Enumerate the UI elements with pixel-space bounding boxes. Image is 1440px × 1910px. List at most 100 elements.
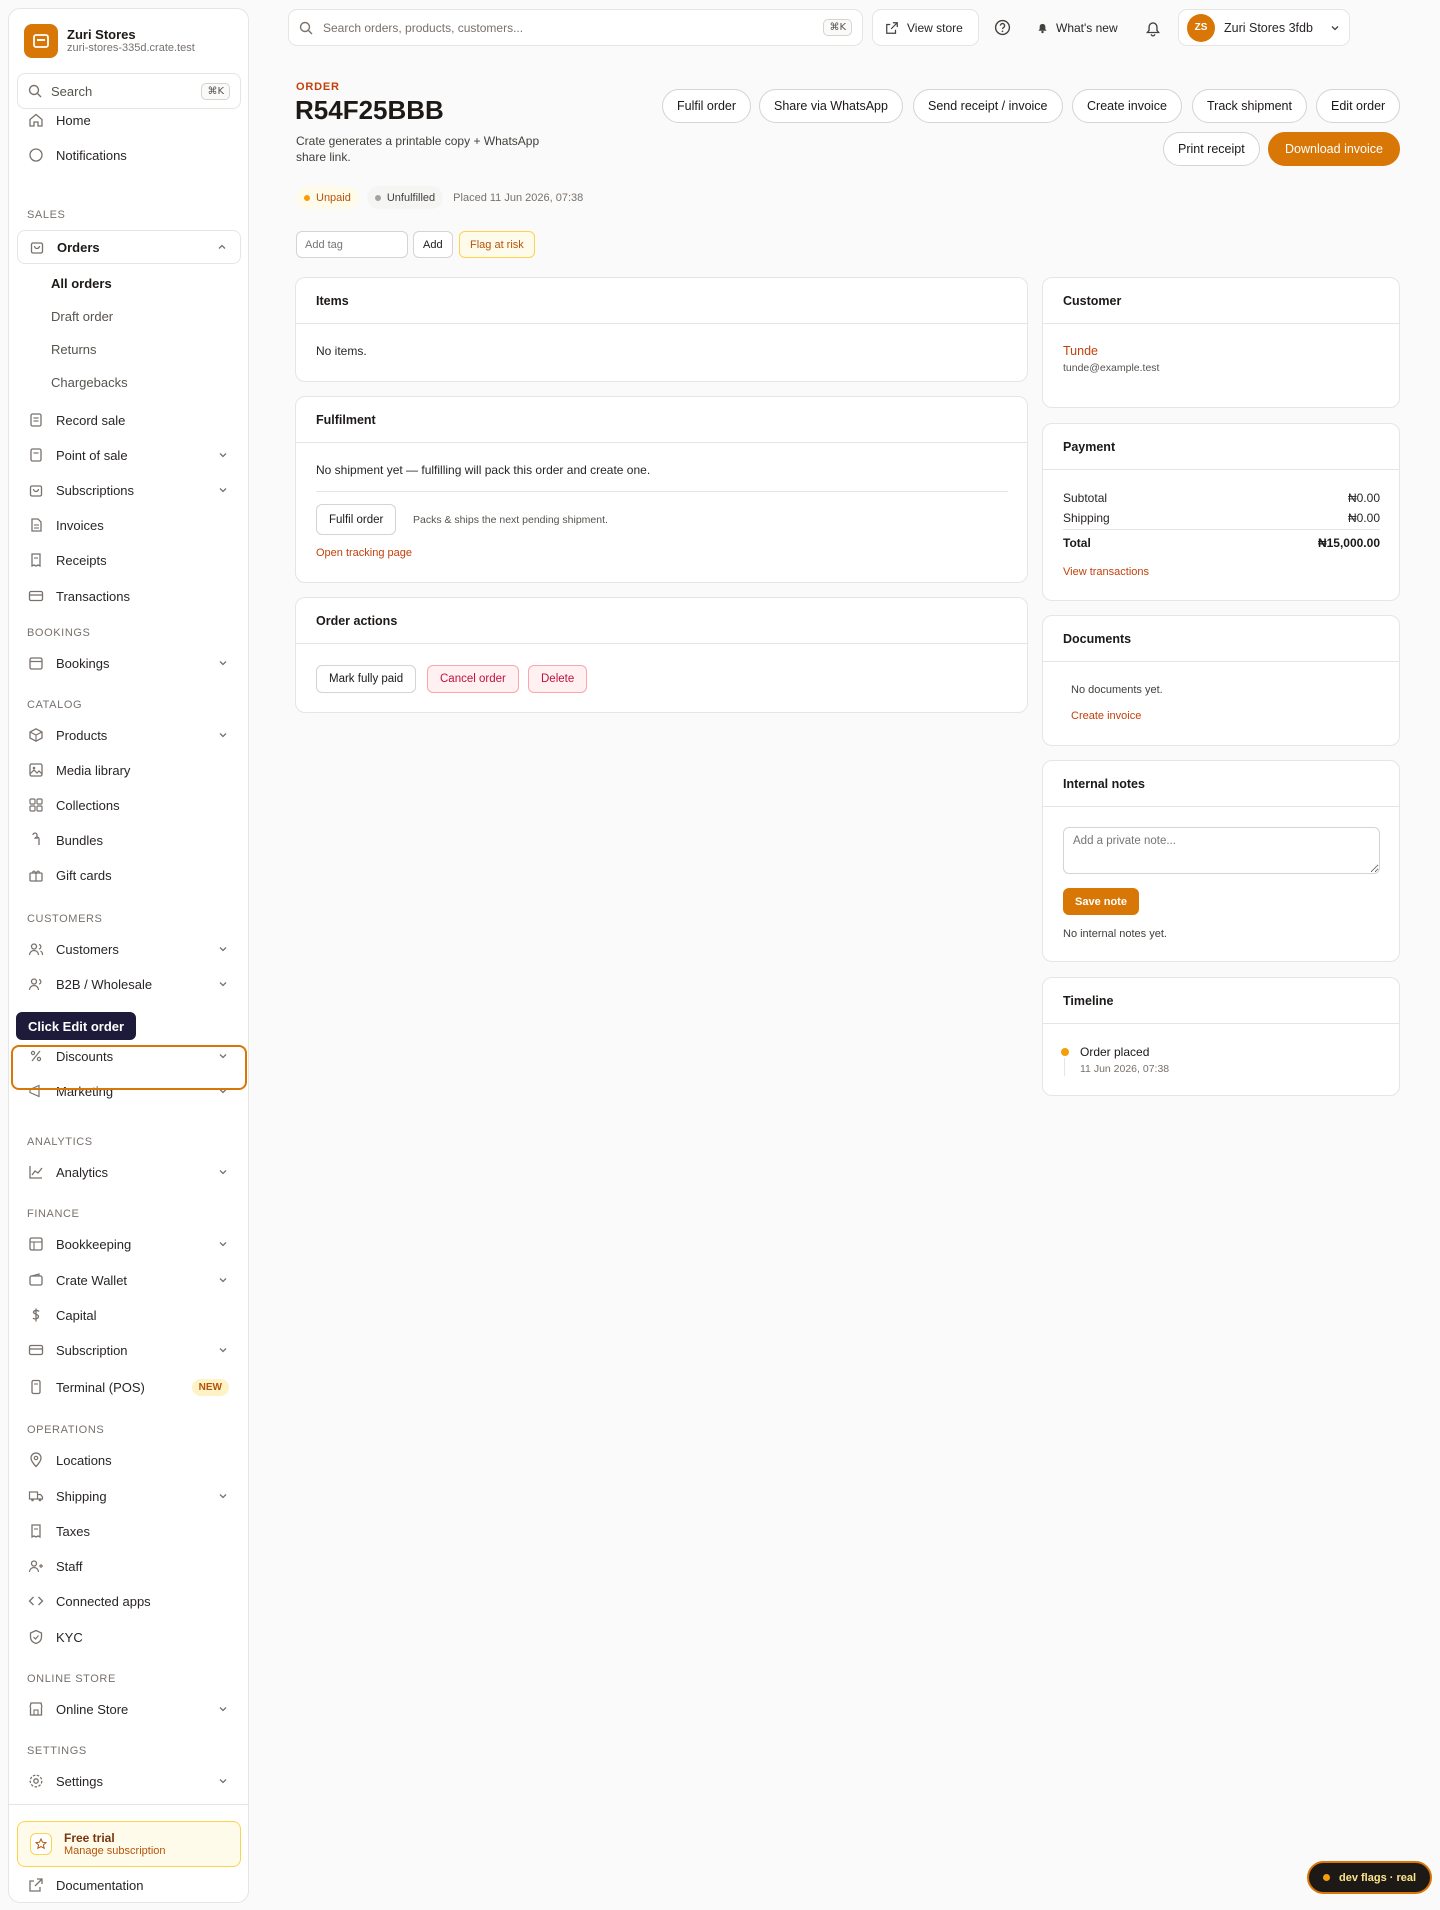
image-icon (29, 763, 43, 777)
print-receipt-button[interactable]: Print receipt (1163, 132, 1260, 166)
shield-check-icon (29, 1629, 43, 1645)
internal-notes-card: Internal notes Save note No internal not… (1042, 760, 1400, 962)
subtotal-value: ₦0.00 (1347, 491, 1380, 505)
global-search[interactable]: Search orders, products, customers... ⌘K (288, 9, 863, 46)
sidebar-item-invoices[interactable]: Invoices (17, 510, 241, 540)
calendar-icon (29, 657, 43, 670)
sidebar-item-crate-wallet[interactable]: Crate Wallet (17, 1265, 241, 1295)
sidebar-item-products[interactable]: Products (17, 720, 241, 750)
download-invoice-button[interactable]: Download invoice (1268, 132, 1400, 166)
sidebar-item-label: Taxes (56, 1523, 90, 1539)
sidebar-item-shipping[interactable]: Shipping (17, 1481, 241, 1511)
page-title: R54F25BBB (295, 95, 444, 125)
sidebar-item-media-library[interactable]: Media library (17, 755, 241, 785)
sidebar-item-connected-apps[interactable]: Connected apps (17, 1586, 241, 1616)
manage-subscription-link[interactable]: Manage subscription (64, 1845, 166, 1858)
sidebar-item-subscriptions[interactable]: Subscriptions (17, 475, 241, 505)
sidebar-item-receipts[interactable]: Receipts (17, 545, 241, 575)
register-icon (30, 413, 42, 427)
sidebar-item-kyc[interactable]: KYC (17, 1622, 241, 1652)
sidebar-item-capital[interactable]: Capital (17, 1300, 241, 1330)
chevron-down-icon (219, 1707, 227, 1712)
delete-order-button[interactable]: Delete (528, 665, 588, 693)
chevron-down-icon (219, 982, 227, 987)
sidebar-item-gift-cards[interactable]: Gift cards (17, 860, 241, 890)
tag-input[interactable] (296, 231, 408, 258)
sidebar: Zuri Stores zuri-stores-335d.crate.test … (8, 8, 249, 1903)
sidebar-item-taxes[interactable]: Taxes (17, 1516, 241, 1546)
fulfil-order-card-button[interactable]: Fulfil order (316, 504, 397, 535)
sidebar-item-transactions[interactable]: Transactions (17, 581, 241, 611)
open-tracking-link[interactable]: Open tracking page (316, 547, 412, 559)
sidebar-item-bundles[interactable]: Bundles (17, 825, 241, 855)
chevron-down-icon (219, 488, 227, 493)
sidebar-subitem-chargebacks[interactable]: Chargebacks (51, 372, 128, 394)
sidebar-item-settings[interactable]: Settings (17, 1766, 241, 1796)
sidebar-item-collections[interactable]: Collections (17, 790, 241, 820)
customer-name-link[interactable]: Tunde (1063, 344, 1098, 358)
sidebar-item-bookings[interactable]: Bookings (17, 648, 241, 678)
notifications-button[interactable] (1144, 9, 1162, 46)
mark-fully-paid-button[interactable]: Mark fully paid (316, 665, 417, 693)
sidebar-item-online-store[interactable]: Online Store (17, 1694, 241, 1724)
edit-order-button[interactable]: Edit order (1316, 89, 1401, 123)
add-tag-button[interactable]: Add (413, 231, 453, 258)
sidebar-item-label: Products (56, 727, 108, 743)
sidebar-item-b2b-wholesale[interactable]: B2B / Wholesale (17, 969, 241, 999)
free-trial-card[interactable]: Free trial Manage subscription (17, 1821, 241, 1867)
fulfil-order-button[interactable]: Fulfil order (662, 89, 752, 123)
sidebar-item-terminal-pos[interactable]: Terminal (POS) NEW (17, 1372, 241, 1402)
view-transactions-link[interactable]: View transactions (1063, 566, 1149, 578)
create-invoice-link[interactable]: Create invoice (1071, 710, 1141, 722)
sidebar-subitem-draft-order[interactable]: Draft order (51, 306, 113, 328)
sidebar-item-label: Locations (56, 1452, 112, 1468)
track-shipment-button[interactable]: Track shipment (1192, 89, 1307, 123)
chevron-down-icon (219, 661, 227, 666)
whats-new-button[interactable]: What's new (1036, 9, 1118, 46)
chevron-down-icon (219, 453, 227, 458)
help-button[interactable] (994, 9, 1011, 46)
sidebar-item-home[interactable]: Home (17, 105, 241, 135)
account-menu[interactable]: ZS Zuri Stores 3fdb (1178, 9, 1350, 46)
sidebar-item-subscription[interactable]: Subscription (17, 1335, 241, 1365)
sidebar-item-locations[interactable]: Locations (17, 1445, 241, 1475)
sidebar-item-record-sale[interactable]: Record sale (17, 405, 241, 435)
sidebar-item-label: Media library (56, 762, 131, 778)
order-description: Crate generates a printable copy + Whats… (296, 134, 540, 164)
sidebar-item-label: Orders (57, 239, 100, 255)
section-analytics: ANALYTICS (27, 1136, 93, 1148)
timeline-card: Timeline Order placed 11 Jun 2026, 07:38 (1042, 977, 1400, 1096)
sidebar-subitem-all-orders[interactable]: All orders (51, 273, 112, 295)
sidebar-item-analytics[interactable]: Analytics (17, 1157, 241, 1187)
send-receipt-button[interactable]: Send receipt / invoice (913, 89, 1063, 123)
free-trial-title: Free trial (64, 1830, 115, 1845)
chevron-up-icon (218, 244, 226, 249)
dev-flags-pill[interactable]: dev flags · real (1307, 1861, 1433, 1894)
gift-icon (29, 870, 43, 882)
sidebar-item-label: Shipping (56, 1488, 107, 1504)
create-invoice-button[interactable]: Create invoice (1072, 89, 1182, 123)
save-note-button[interactable]: Save note (1063, 888, 1139, 915)
sidebar-item-documentation[interactable]: Documentation (17, 1872, 241, 1898)
private-note-textarea[interactable] (1063, 827, 1380, 874)
brand[interactable]: Zuri Stores zuri-stores-335d.crate.test (24, 24, 195, 58)
pos-icon (30, 448, 42, 462)
sidebar-item-staff[interactable]: Staff (17, 1551, 241, 1581)
sidebar-item-customers[interactable]: Customers (17, 934, 241, 964)
user-plus-icon (28, 1560, 43, 1573)
sidebar-search[interactable]: Search ⌘K (17, 73, 241, 109)
flag-at-risk-button[interactable]: Flag at risk (459, 231, 535, 258)
timeline-event: Order placed (1080, 1045, 1150, 1059)
sidebar-item-bookkeeping[interactable]: Bookkeeping (17, 1229, 241, 1259)
fulfilment-card-title: Fulfilment (296, 397, 1027, 443)
cancel-order-button[interactable]: Cancel order (427, 665, 519, 693)
fulfil-hint: Packs & ships the next pending shipment. (413, 514, 608, 526)
sidebar-subitem-returns[interactable]: Returns (51, 339, 97, 361)
credit-card-icon (28, 1344, 44, 1356)
view-store-button[interactable]: View store (872, 9, 979, 46)
sidebar-item-orders[interactable]: Orders (17, 230, 241, 264)
sidebar-item-notifications[interactable]: Notifications (17, 140, 241, 170)
sidebar-item-point-of-sale[interactable]: Point of sale (17, 440, 241, 470)
share-whatsapp-button[interactable]: Share via WhatsApp (759, 89, 903, 123)
divider (1063, 529, 1380, 530)
